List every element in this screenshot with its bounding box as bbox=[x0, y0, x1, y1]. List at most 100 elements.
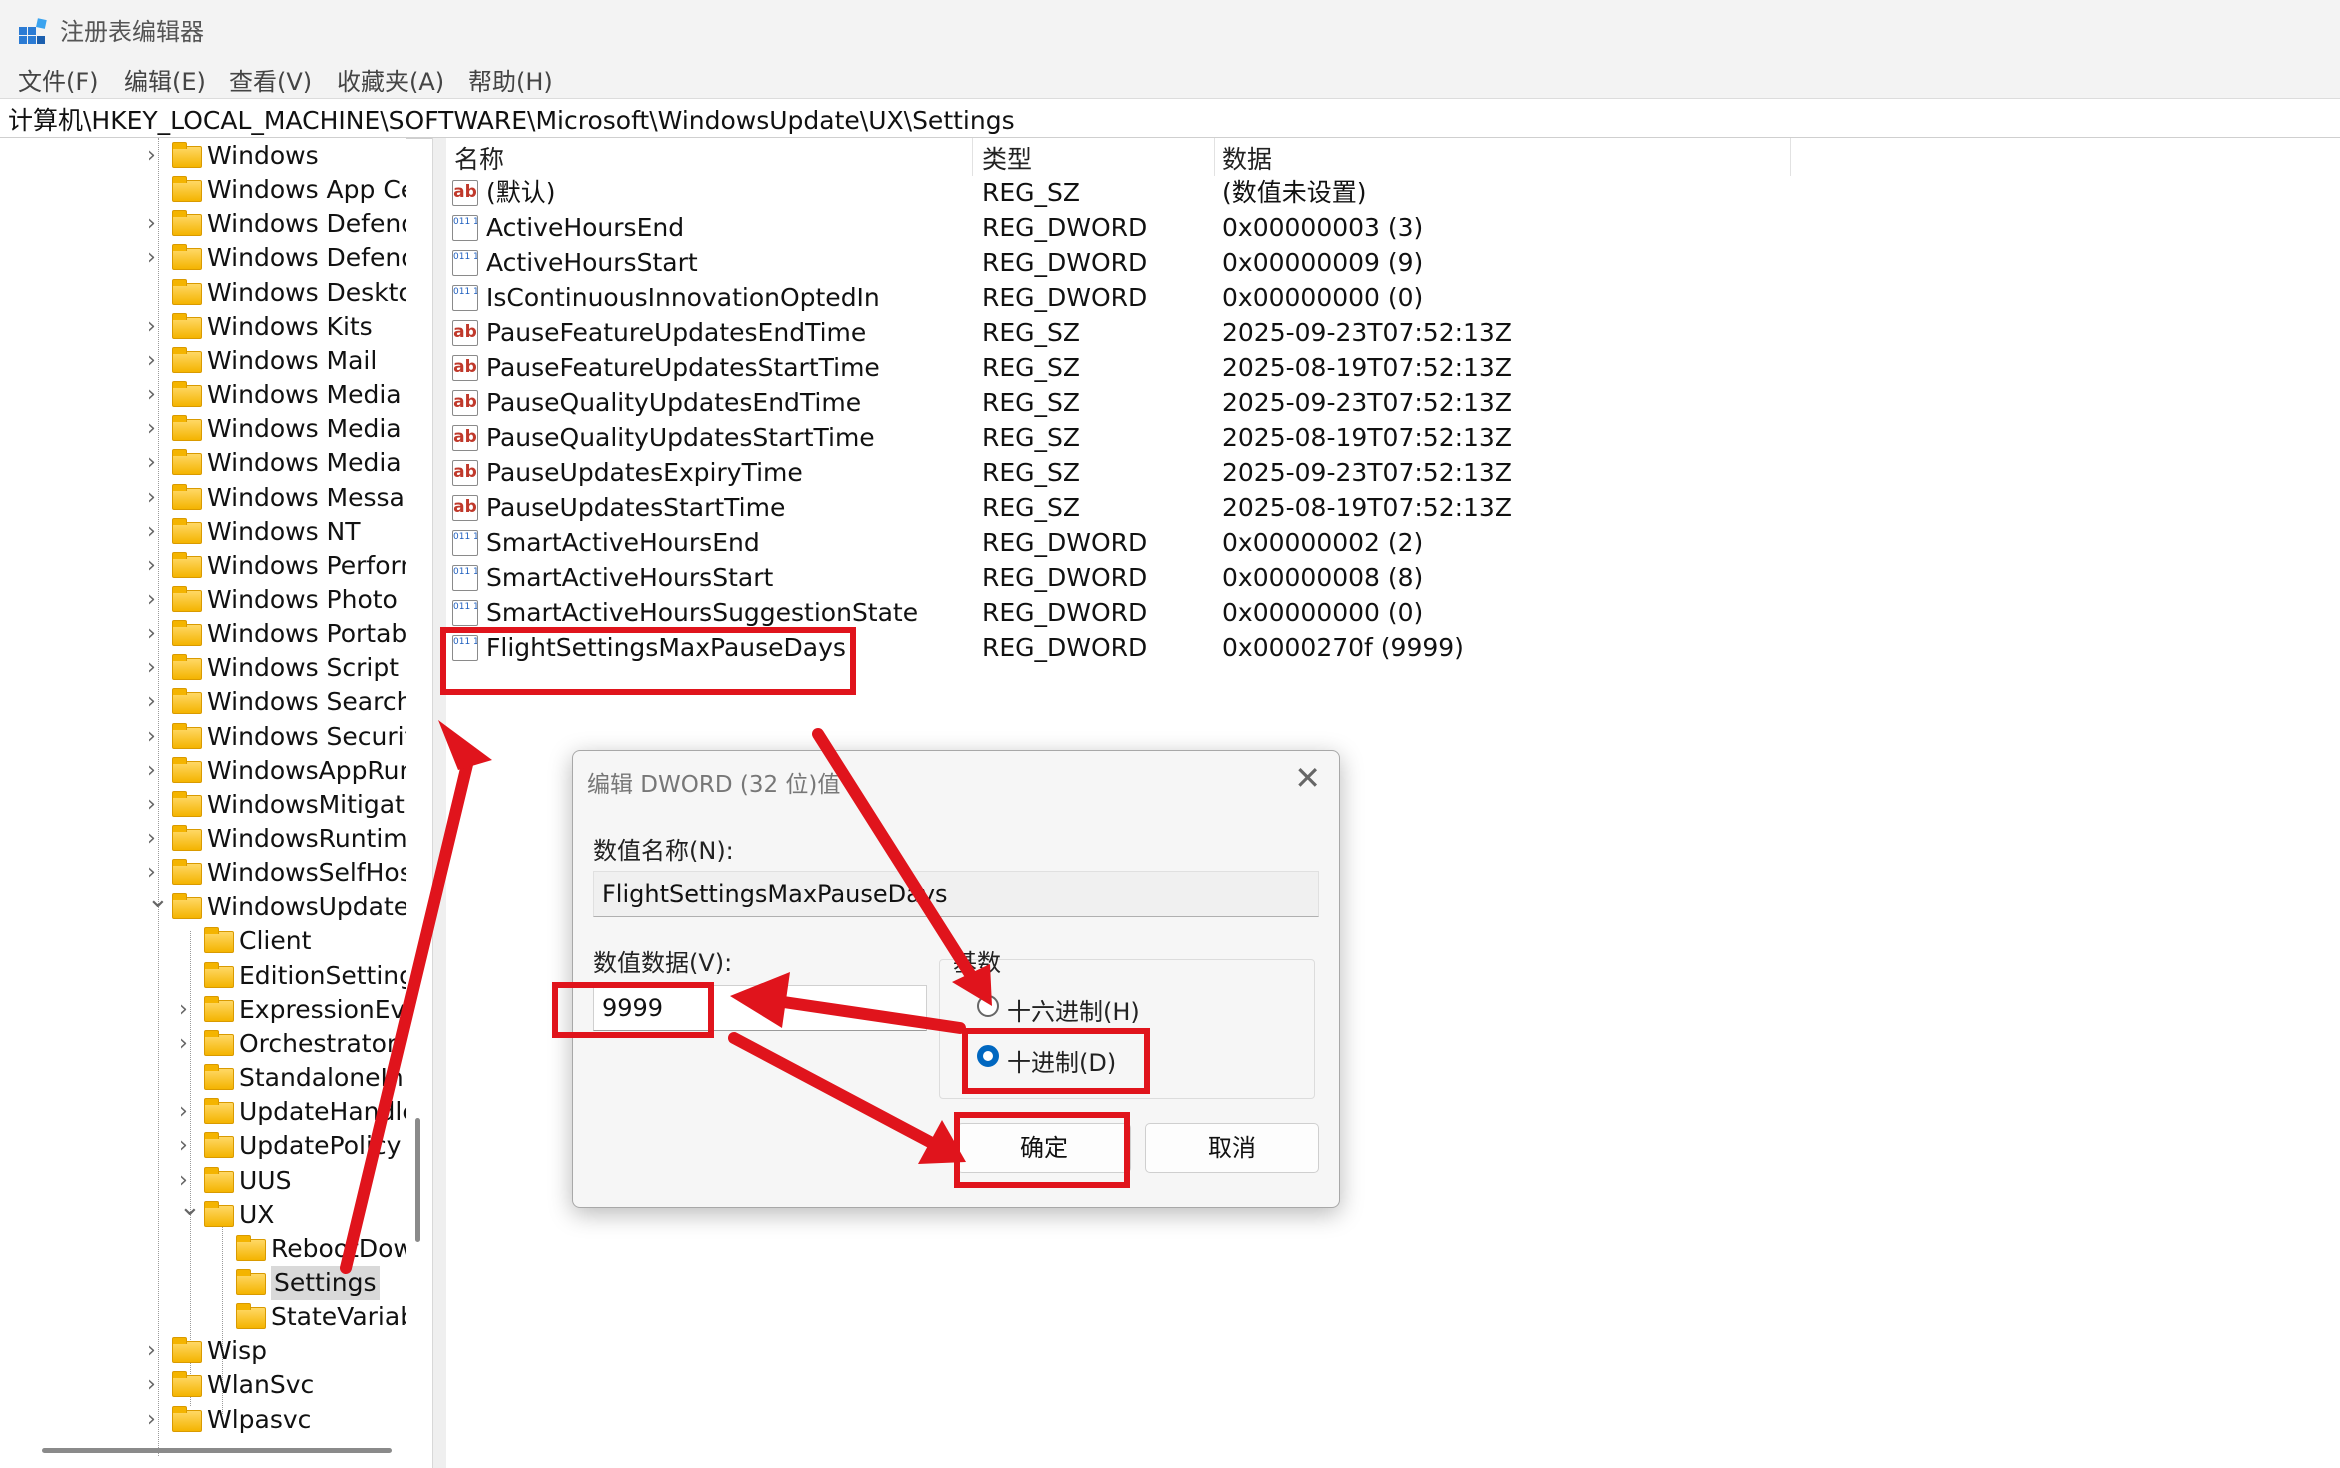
tree-item[interactable]: › Windows bbox=[0, 139, 406, 173]
value-row[interactable]: 011 110 SmartActiveHoursSuggestionState RE… bbox=[446, 596, 2340, 630]
tree-item[interactable]: Client bbox=[0, 924, 406, 958]
chevron-right-icon[interactable]: › bbox=[147, 207, 163, 241]
tree-item[interactable]: › UpdatePolicy bbox=[0, 1129, 406, 1163]
tree-item[interactable]: › Wlpasvc bbox=[0, 1403, 406, 1437]
column-header-name[interactable]: 名称 bbox=[454, 140, 504, 176]
chevron-right-icon[interactable]: › bbox=[179, 1095, 195, 1129]
menu-view[interactable]: 查看(V) bbox=[229, 62, 312, 97]
tree-item[interactable]: › Windows NT bbox=[0, 515, 406, 549]
value-row[interactable]: 011 110 SmartActiveHoursStart REG_DWORD 0x0… bbox=[446, 561, 2340, 595]
tree-item[interactable]: › Windows Security bbox=[0, 720, 406, 754]
chevron-right-icon[interactable]: › bbox=[147, 685, 163, 719]
address-bar[interactable]: 计算机\HKEY_LOCAL_MACHINE\SOFTWARE\Microsof… bbox=[0, 98, 2340, 139]
tree-item[interactable]: › WindowsRuntime bbox=[0, 822, 406, 856]
tree-item[interactable]: › Wisp bbox=[0, 1334, 406, 1368]
tree-item[interactable]: › Windows Media I bbox=[0, 378, 406, 412]
value-row[interactable]: 011 110 ActiveHoursEnd REG_DWORD 0x00000003… bbox=[446, 211, 2340, 245]
tree-item[interactable]: › WindowsSelfHost bbox=[0, 856, 406, 890]
cancel-button[interactable]: 取消 bbox=[1145, 1123, 1319, 1173]
tree-item[interactable]: › Orchestrator bbox=[0, 1027, 406, 1061]
chevron-right-icon[interactable]: › bbox=[179, 1027, 195, 1061]
tree-item[interactable]: Windows App Ce bbox=[0, 173, 406, 207]
tree-item[interactable]: StandaloneIn bbox=[0, 1061, 406, 1095]
chevron-right-icon[interactable]: › bbox=[147, 378, 163, 412]
tree-item[interactable]: ⌄ WindowsUpdate bbox=[0, 884, 406, 924]
tree-item[interactable]: › Windows Script H bbox=[0, 651, 406, 685]
tree-item[interactable]: › Windows Messag bbox=[0, 481, 406, 515]
chevron-right-icon[interactable]: › bbox=[179, 993, 195, 1027]
tree-item[interactable]: StateVariab bbox=[0, 1300, 406, 1334]
close-icon[interactable]: ✕ bbox=[1294, 759, 1321, 797]
column-header-type[interactable]: 类型 bbox=[982, 140, 1032, 176]
value-name-field[interactable]: FlightSettingsMaxPauseDays bbox=[593, 871, 1319, 917]
menu-help[interactable]: 帮助(H) bbox=[468, 62, 553, 97]
tree-item[interactable]: › WindowsMitigati bbox=[0, 788, 406, 822]
tree-item[interactable]: › ExpressionEva bbox=[0, 993, 406, 1027]
chevron-right-icon[interactable]: › bbox=[147, 617, 163, 651]
chevron-right-icon[interactable]: › bbox=[147, 651, 163, 685]
chevron-right-icon[interactable]: › bbox=[147, 139, 163, 173]
chevron-right-icon[interactable]: › bbox=[147, 583, 163, 617]
tree-item[interactable]: › Windows Kits bbox=[0, 310, 406, 344]
menu-favorites[interactable]: 收藏夹(A) bbox=[337, 62, 444, 97]
tree-item[interactable]: ⌄ UX bbox=[0, 1192, 406, 1232]
chevron-right-icon[interactable]: › bbox=[147, 344, 163, 378]
chevron-right-icon[interactable]: › bbox=[147, 515, 163, 549]
key-tree[interactable]: › Windows Windows App Ce › Windows Defend › Wi… bbox=[0, 138, 406, 1456]
hex-radio[interactable] bbox=[977, 995, 999, 1017]
value-row[interactable]: ab PauseFeatureUpdatesStartTime REG_SZ 2025… bbox=[446, 351, 2340, 385]
value-row[interactable]: 011 110 ActiveHoursStart REG_DWORD 0x000000… bbox=[446, 246, 2340, 280]
tree-item[interactable]: › Windows Defend bbox=[0, 207, 406, 241]
tree-item[interactable]: › Windows Portabl bbox=[0, 617, 406, 651]
tree-item[interactable]: › Windows Media I bbox=[0, 412, 406, 446]
chevron-right-icon[interactable]: › bbox=[147, 241, 163, 275]
tree-item[interactable]: › Windows Mail bbox=[0, 344, 406, 378]
tree-item[interactable]: › Windows Perform bbox=[0, 549, 406, 583]
hex-radio-label[interactable]: 十六进制(H) bbox=[1007, 992, 1140, 1027]
menu-file[interactable]: 文件(F) bbox=[18, 62, 99, 97]
tree-item[interactable]: › WlanSvc bbox=[0, 1368, 406, 1402]
chevron-right-icon[interactable]: › bbox=[147, 446, 163, 480]
tree-item[interactable]: › Windows Search bbox=[0, 685, 406, 719]
chevron-right-icon[interactable]: › bbox=[147, 481, 163, 515]
tree-item[interactable]: › UUS bbox=[0, 1164, 406, 1198]
value-row[interactable]: ab PauseFeatureUpdatesEndTime REG_SZ 2025-0… bbox=[446, 316, 2340, 350]
chevron-right-icon[interactable]: › bbox=[147, 412, 163, 446]
value-row[interactable]: ab (默认) REG_SZ (数值未设置) bbox=[446, 176, 2340, 210]
value-row[interactable]: ab PauseQualityUpdatesEndTime REG_SZ 2025-0… bbox=[446, 386, 2340, 420]
tree-item[interactable]: EditionSetting bbox=[0, 959, 406, 993]
tree-item[interactable]: › WindowsAppRun bbox=[0, 754, 406, 788]
value-row[interactable]: 011 110 SmartActiveHoursEnd REG_DWORD 0x000… bbox=[446, 526, 2340, 560]
tree-vertical-scrollbar[interactable] bbox=[415, 1118, 420, 1242]
tree-item[interactable]: Windows Deskto bbox=[0, 276, 406, 310]
chevron-right-icon[interactable]: › bbox=[147, 788, 163, 822]
chevron-down-icon[interactable]: ⌄ bbox=[179, 1190, 201, 1224]
chevron-right-icon[interactable]: › bbox=[147, 1368, 163, 1402]
chevron-right-icon[interactable]: › bbox=[147, 1334, 163, 1368]
value-row[interactable]: 011 110 IsContinuousInnovationOptedIn REG_… bbox=[446, 281, 2340, 315]
value-row[interactable]: ab PauseUpdatesStartTime REG_SZ 2025-08-19T… bbox=[446, 491, 2340, 525]
tree-item[interactable]: › Windows Media I bbox=[0, 446, 406, 480]
chevron-right-icon[interactable]: › bbox=[147, 754, 163, 788]
address-path[interactable]: 计算机\HKEY_LOCAL_MACHINE\SOFTWARE\Microsof… bbox=[8, 101, 1015, 137]
column-separator[interactable] bbox=[1214, 138, 1215, 176]
chevron-right-icon[interactable]: › bbox=[147, 822, 163, 856]
tree-item[interactable]: RebootDow bbox=[0, 1232, 406, 1266]
chevron-down-icon[interactable]: ⌄ bbox=[147, 882, 169, 916]
tree-item[interactable]: › UpdateHandle bbox=[0, 1095, 406, 1129]
column-separator[interactable] bbox=[1790, 138, 1791, 176]
value-row[interactable]: ab PauseQualityUpdatesStartTime REG_SZ 2025… bbox=[446, 421, 2340, 455]
column-separator[interactable] bbox=[972, 138, 973, 176]
chevron-right-icon[interactable]: › bbox=[179, 1129, 195, 1163]
tree-item[interactable]: › Windows Defend bbox=[0, 241, 406, 275]
tree-horizontal-scrollbar[interactable] bbox=[42, 1448, 392, 1453]
chevron-right-icon[interactable]: › bbox=[147, 549, 163, 583]
tree-item[interactable]: Settings bbox=[0, 1265, 406, 1300]
chevron-right-icon[interactable]: › bbox=[147, 720, 163, 754]
tree-item[interactable]: › Windows Photo V bbox=[0, 583, 406, 617]
chevron-right-icon[interactable]: › bbox=[147, 1403, 163, 1437]
chevron-right-icon[interactable]: › bbox=[147, 310, 163, 344]
menu-edit[interactable]: 编辑(E) bbox=[124, 62, 206, 97]
column-header-data[interactable]: 数据 bbox=[1222, 140, 1272, 176]
value-row[interactable]: ab PauseUpdatesExpiryTime REG_SZ 2025-09-23… bbox=[446, 456, 2340, 490]
